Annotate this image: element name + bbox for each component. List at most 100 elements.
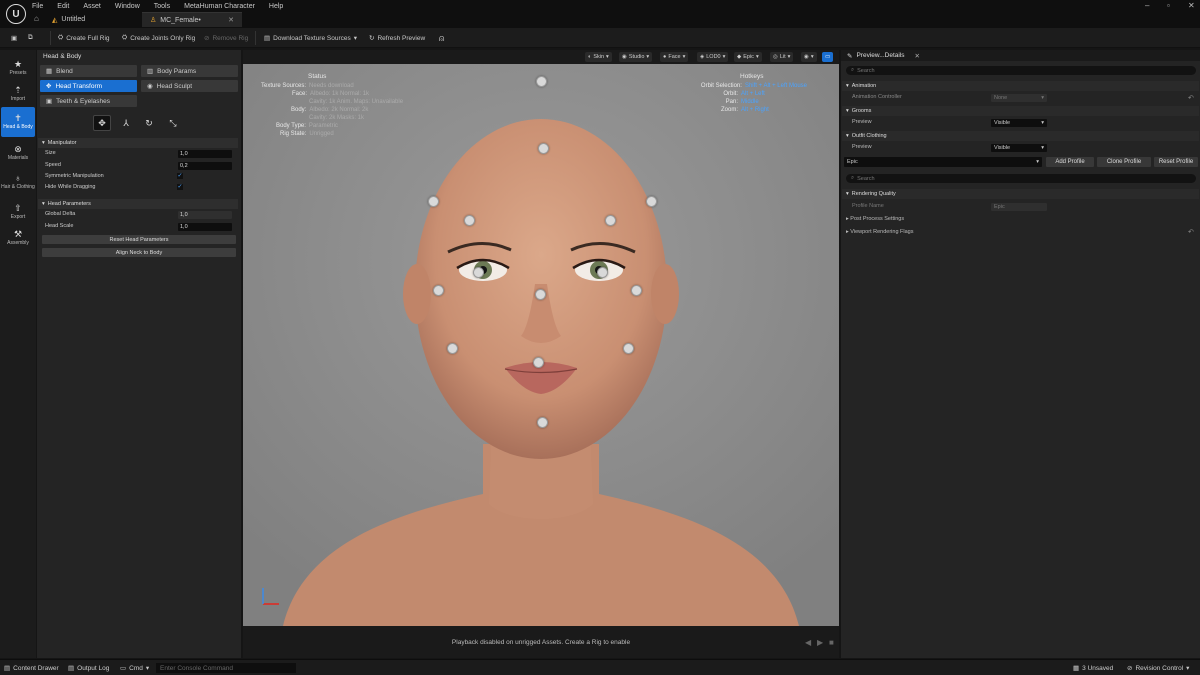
rail-head-body[interactable]: ✝ Head & Body (1, 107, 35, 137)
menu-metahuman-character[interactable]: MetaHuman Character (184, 3, 255, 10)
menu-help[interactable]: Help (269, 3, 283, 10)
maximize-button[interactable]: ▫ (1167, 1, 1170, 10)
revision-control-button[interactable]: ⊘ Revision Control ▾ (1127, 663, 1189, 673)
profile-search-input[interactable]: ⌕ Search (846, 174, 1196, 183)
viewport-scene[interactable]: Status Texture Sources: Needs download Fa… (243, 64, 839, 626)
cmd-dropdown[interactable]: ▭ Cmd ▾ (120, 663, 149, 673)
scale-tool-icon[interactable]: ⤡ (164, 115, 182, 131)
rail-assembly[interactable]: ⚒ Assembly (1, 224, 35, 252)
menu-asset[interactable]: Asset (83, 3, 101, 10)
reset-arrow-icon[interactable]: ↶ (1188, 228, 1194, 236)
tab-close-icon[interactable]: ✕ (228, 16, 234, 24)
stop-icon[interactable]: ■ (829, 638, 834, 647)
rail-import[interactable]: ⇡ Import (1, 80, 35, 108)
grooms-section[interactable]: ▾ Grooms (842, 106, 1199, 116)
animation-section[interactable]: ▾ Animation (842, 81, 1199, 91)
create-full-rig-button[interactable]: ⛭ Create Full Rig (58, 32, 110, 44)
viewport-rendering-flags-row[interactable]: ▸ Viewport Rendering Flags (846, 229, 913, 235)
manipulator-handle[interactable] (433, 285, 444, 296)
category-body-params[interactable]: ▥ Body Params (141, 65, 238, 77)
rail-export[interactable]: ⇧ Export (1, 198, 35, 226)
manipulator-handle[interactable] (473, 267, 484, 278)
manipulator-handle[interactable] (533, 357, 544, 368)
face-dropdown[interactable]: ● Face ▾ (660, 52, 689, 62)
close-button[interactable]: ✕ (1188, 1, 1195, 10)
manipulator-handle[interactable] (623, 343, 634, 354)
category-blend[interactable]: ▦ Blend (40, 65, 137, 77)
outfit-preview-dropdown[interactable]: Visible ▾ (991, 144, 1047, 152)
lit-dropdown[interactable]: ◎ Lit ▾ (770, 52, 794, 62)
rail-materials[interactable]: ⊗ Materials (1, 139, 35, 167)
details-tab[interactable]: ✎ Preview...Details ✕ (841, 50, 1200, 61)
quality-dropdown[interactable]: ◆ Epic ▾ (734, 52, 762, 62)
post-process-settings-row[interactable]: ▸ Post Process Settings (846, 216, 904, 222)
clone-profile-button[interactable]: Clone Profile (1097, 157, 1151, 167)
refresh-preview-button[interactable]: ↻ Refresh Preview (369, 32, 425, 44)
head-parameters-section[interactable]: ▾ Head Parameters (38, 199, 238, 209)
manipulator-handle[interactable] (597, 267, 608, 278)
reset-arrow-icon[interactable]: ↶ (1188, 94, 1194, 102)
content-drawer-button[interactable]: ▤ Content Drawer (4, 663, 59, 673)
rotate-tool-icon[interactable]: ↻ (140, 115, 158, 131)
create-joints-only-rig-button[interactable]: ⛭ Create Joints Only Rig (122, 32, 195, 44)
category-head-sculpt[interactable]: ◉ Head Sculpt (141, 80, 238, 92)
manipulator-handle[interactable] (536, 76, 547, 87)
download-texture-sources-button[interactable]: ▤ Download Texture Sources ▾ (264, 32, 357, 44)
global-delta-input[interactable]: 1,0 (178, 211, 232, 219)
user-icon[interactable]: ⍝ (439, 32, 444, 44)
head-scale-input[interactable]: 1,0 (178, 223, 232, 231)
rail-hair-clothing[interactable]: ♁ Hair & Clothing (1, 166, 35, 198)
play-back-icon[interactable]: ◀ (805, 638, 811, 647)
tab-close-icon[interactable]: ✕ (915, 52, 920, 60)
studio-dropdown[interactable]: ◉ Studio ▾ (619, 52, 653, 62)
details-search-input[interactable]: ⌕ Search (846, 66, 1196, 75)
size-input[interactable]: 1,0 (178, 150, 232, 158)
add-profile-button[interactable]: Add Profile (1046, 157, 1094, 167)
align-neck-to-body-button[interactable]: Align Neck to Body (42, 248, 236, 257)
grooms-preview-dropdown[interactable]: Visible ▾ (991, 119, 1047, 127)
symmetric-checkbox[interactable]: ✓ (177, 173, 183, 179)
menu-file[interactable]: File (32, 3, 43, 10)
console-command-input[interactable]: Enter Console Command (156, 663, 296, 673)
reset-profile-button[interactable]: Reset Profile (1154, 157, 1198, 167)
home-icon[interactable]: ⌂ (34, 14, 39, 23)
unsaved-button[interactable]: ▦ 3 Unsaved (1073, 663, 1113, 673)
manipulator-handle[interactable] (447, 343, 458, 354)
lod-dropdown[interactable]: ◈ LOD0 ▾ (697, 52, 729, 62)
manipulator-handle[interactable] (605, 215, 616, 226)
move-tool-icon[interactable]: ✥ (93, 115, 111, 131)
rendering-quality-section[interactable]: ▾ Rendering Quality (842, 189, 1199, 199)
viewport[interactable]: ◐ Skin ▾ ◉ Studio ▾ ● Face ▾ ◈ LOD0 ▾ ◆ Epic ▾ ◎ Li… (243, 50, 839, 658)
play-icon[interactable]: ▶ (817, 638, 823, 647)
manipulator-handle[interactable] (535, 289, 546, 300)
manipulator-handle[interactable] (537, 417, 548, 428)
outfit-clothing-section[interactable]: ▾ Outfit Clothing (842, 131, 1199, 141)
rail-presets[interactable]: ★ Presets (1, 54, 35, 82)
manipulator-handle[interactable] (428, 196, 439, 207)
tab-untitled[interactable]: ◭ Untitled (44, 12, 140, 27)
view-options-dropdown[interactable]: ◉ ▾ (801, 52, 817, 62)
category-head-transform[interactable]: ✥ Head Transform (40, 80, 137, 92)
skin-dropdown[interactable]: ◐ Skin ▾ (585, 52, 612, 62)
unreal-logo-icon[interactable]: U (6, 4, 26, 24)
profile-dropdown[interactable]: Epic ▾ (844, 157, 1042, 167)
save-icon[interactable]: ▣ (11, 32, 17, 44)
animation-controller-dropdown[interactable]: None ▾ (991, 94, 1047, 102)
remove-rig-button[interactable]: ⊘ Remove Rig (204, 32, 248, 44)
transform-tool-icon[interactable]: ⅄ (117, 115, 135, 131)
category-teeth-eyelashes[interactable]: ▣ Teeth & Eyelashes (40, 95, 137, 107)
manipulator-section[interactable]: ▾ Manipulator (38, 138, 238, 148)
speed-input[interactable]: 0,2 (178, 162, 232, 170)
minimize-button[interactable]: – (1145, 1, 1149, 10)
hide-while-dragging-checkbox[interactable]: ✓ (177, 184, 183, 190)
tab-mc-female[interactable]: ♙ MC_Female• ✕ (142, 12, 242, 27)
menu-tools[interactable]: Tools (154, 3, 170, 10)
menu-window[interactable]: Window (115, 3, 140, 10)
menu-edit[interactable]: Edit (57, 3, 69, 10)
manipulator-handle[interactable] (646, 196, 657, 207)
browse-icon[interactable]: ⧉ (28, 32, 33, 44)
reset-head-parameters-button[interactable]: Reset Head Parameters (42, 235, 236, 244)
manipulator-handle[interactable] (464, 215, 475, 226)
output-log-button[interactable]: ▤ Output Log (68, 663, 109, 673)
camera-icon[interactable]: ▭ (822, 52, 834, 62)
